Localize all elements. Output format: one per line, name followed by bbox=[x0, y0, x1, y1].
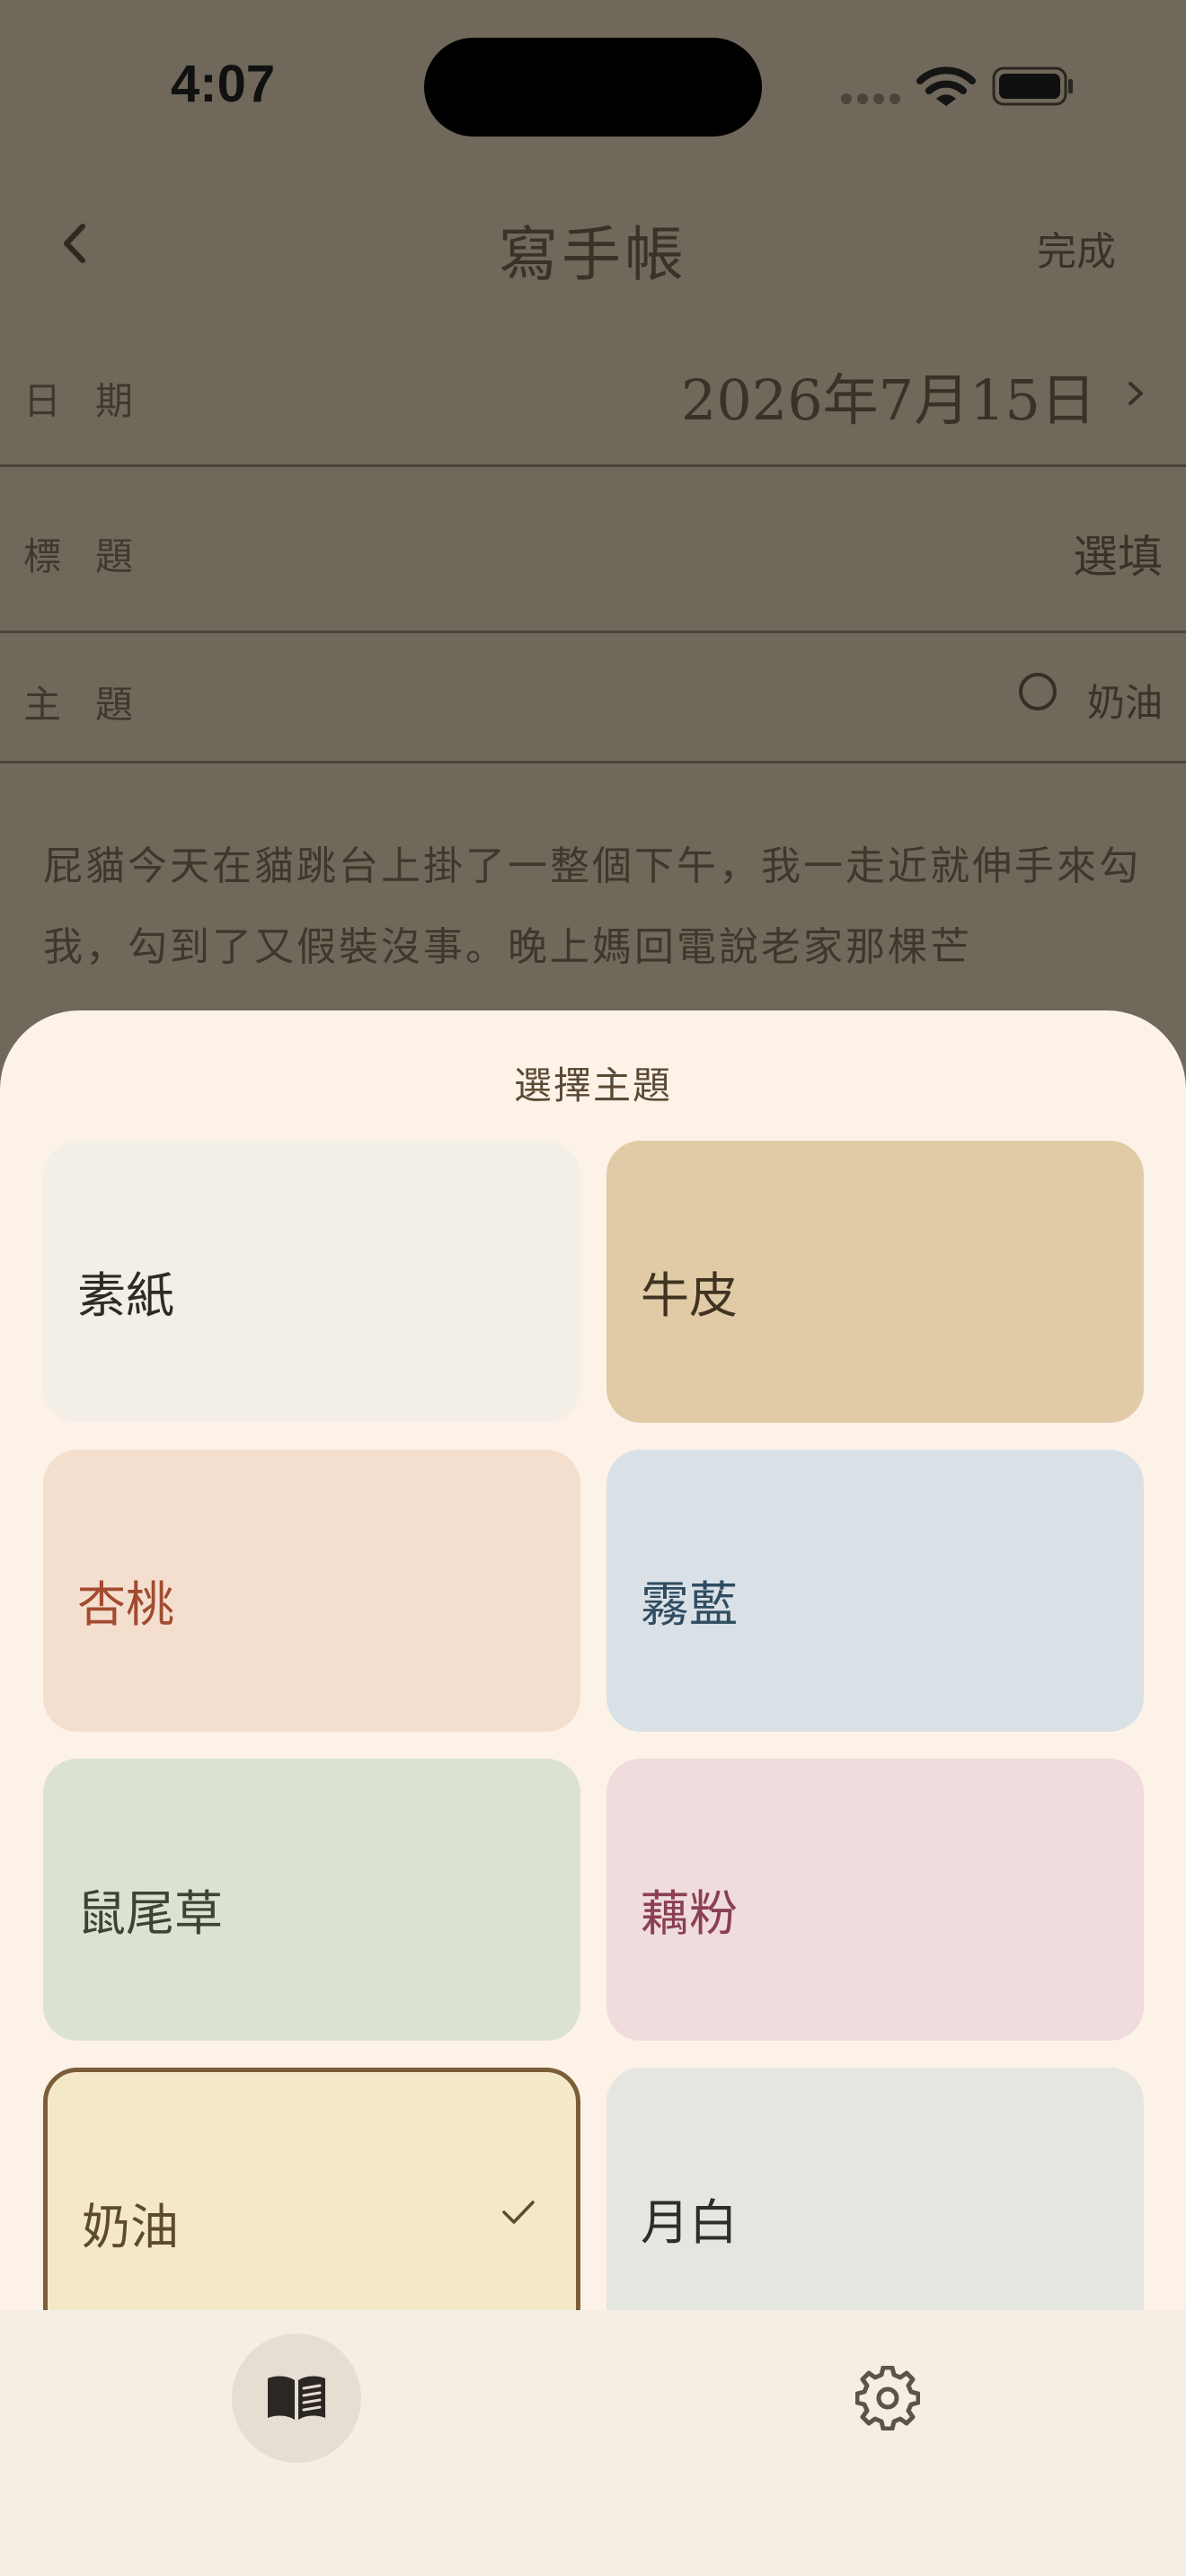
theme-card-label: 月白 bbox=[641, 2194, 738, 2251]
theme-card-label: 藕粉 bbox=[641, 1885, 738, 1942]
book-icon bbox=[268, 2376, 325, 2420]
theme-card-sage[interactable]: 鼠尾草 bbox=[43, 1759, 580, 2041]
theme-card-cream[interactable]: 奶油 bbox=[43, 2068, 580, 2350]
tab-bar bbox=[0, 2310, 1186, 2576]
theme-card-kraft[interactable]: 牛皮 bbox=[606, 1141, 1144, 1423]
theme-row[interactable]: 主題 奶油 bbox=[0, 633, 1186, 763]
dynamic-island bbox=[424, 38, 762, 137]
page-title: 寫手帳 bbox=[499, 220, 687, 289]
date-value: 2026年7月15日 bbox=[680, 367, 1096, 433]
theme-card-moon-white[interactable]: 月白 bbox=[606, 2068, 1144, 2350]
theme-card-misty-blue[interactable]: 霧藍 bbox=[606, 1450, 1144, 1732]
sheet-title: 選擇主題 bbox=[513, 1063, 672, 1107]
title-row: 標題 選填 bbox=[0, 467, 1186, 633]
theme-card-label: 杏桃 bbox=[77, 1576, 174, 1633]
cellular-signal-icon bbox=[841, 93, 900, 104]
done-button[interactable]: 完成 bbox=[1037, 219, 1116, 277]
theme-card-apricot[interactable]: 杏桃 bbox=[43, 1450, 580, 1732]
checkmark-icon bbox=[502, 2201, 535, 2224]
date-label: 日期 bbox=[23, 379, 168, 423]
journal-body-text[interactable]: 屁貓今天在貓跳台上掛了一整個下午，我一走近就伸手來勾我，勾到了又假裝沒事。晚上媽… bbox=[43, 826, 1148, 988]
theme-value: 奶油 bbox=[1086, 681, 1163, 725]
theme-card-label: 鼠尾草 bbox=[77, 1885, 223, 1942]
title-input[interactable]: 選填 bbox=[1073, 521, 1163, 586]
title-label: 標題 bbox=[23, 534, 168, 578]
tab-journal[interactable] bbox=[232, 2333, 361, 2463]
chevron-right-icon bbox=[1128, 382, 1143, 405]
status-bar: 4:07 bbox=[0, 0, 1186, 162]
nav-bar: 寫手帳 完成 bbox=[0, 180, 1186, 305]
status-time: 4:07 bbox=[171, 55, 276, 113]
theme-swatch-icon bbox=[1019, 673, 1057, 710]
theme-label: 主題 bbox=[23, 683, 168, 727]
gear-icon[interactable] bbox=[855, 2366, 920, 2430]
wifi-icon bbox=[916, 66, 976, 106]
date-row[interactable]: 日期 2026年7月15日 bbox=[0, 319, 1186, 467]
theme-card-lotus-pink[interactable]: 藕粉 bbox=[606, 1759, 1144, 2041]
theme-card-label: 素紙 bbox=[77, 1267, 174, 1324]
theme-card-label: 霧藍 bbox=[641, 1576, 738, 1633]
theme-card-label: 奶油 bbox=[82, 2199, 179, 2255]
battery-icon bbox=[992, 66, 1073, 106]
theme-card-plain-paper[interactable]: 素紙 bbox=[43, 1141, 580, 1423]
theme-card-label: 牛皮 bbox=[641, 1267, 738, 1324]
